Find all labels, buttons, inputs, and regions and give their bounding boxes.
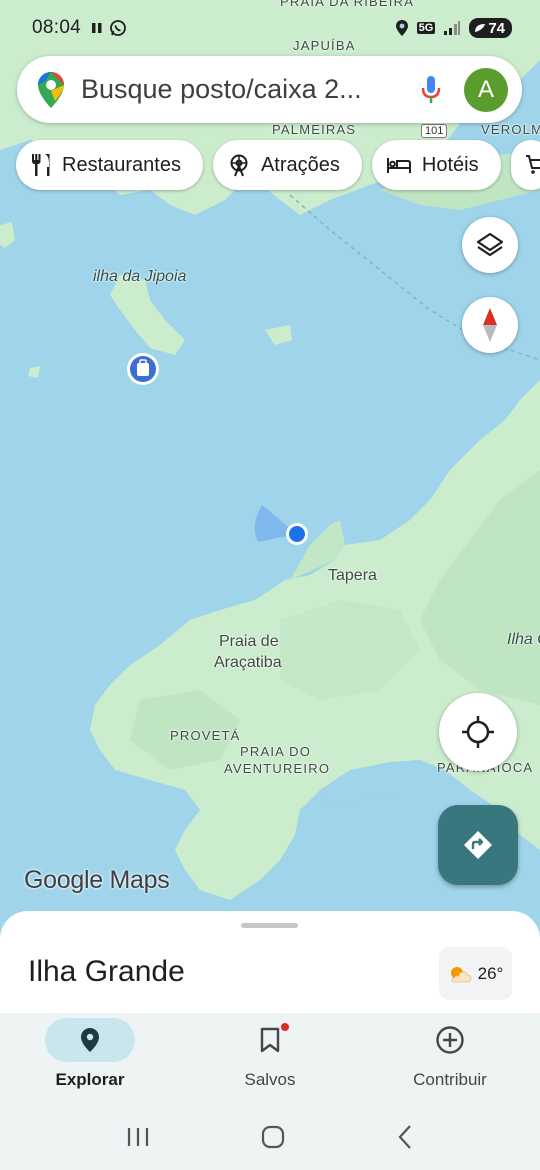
recent-apps-icon[interactable]	[125, 1126, 151, 1148]
chip-label: Restaurantes	[62, 153, 181, 176]
nav-explorar[interactable]: Explorar	[0, 1013, 180, 1103]
route-shield-101: 101	[421, 124, 448, 138]
map-label-proveta[interactable]: PROVETÁ	[170, 728, 241, 743]
crosshair-icon	[462, 716, 494, 748]
chip-compras-partial[interactable]	[510, 140, 540, 190]
my-location-button[interactable]	[439, 693, 517, 771]
partly-cloudy-icon	[450, 966, 471, 982]
battery-indicator: 74	[469, 18, 512, 38]
bookmark-icon	[260, 1027, 280, 1053]
bed-icon	[386, 158, 411, 173]
map-label-verolme[interactable]: VEROLM	[481, 122, 540, 137]
google-maps-attribution: Google Maps	[24, 866, 170, 894]
network-type: 5G	[416, 22, 436, 34]
nav-label: Salvos	[244, 1070, 296, 1089]
map-label-tapera[interactable]: Tapera	[328, 567, 377, 585]
nav-contribuir[interactable]: Contribuir	[360, 1013, 540, 1103]
search-input[interactable]: Busque posto/caixa 2...	[81, 74, 416, 105]
sheet-drag-handle[interactable]	[241, 923, 298, 928]
pause-icon	[92, 23, 102, 33]
map-label-aracatiba-2[interactable]: Araçatiba	[214, 654, 282, 672]
place-bottom-sheet[interactable]: Ilha Grande 26°	[0, 911, 540, 1021]
nav-pill	[405, 1018, 495, 1062]
nav-pill	[45, 1018, 135, 1062]
chip-restaurantes[interactable]: Restaurantes	[16, 140, 203, 190]
weather-chip[interactable]: 26°	[439, 947, 512, 1000]
battery-charging-icon	[475, 24, 486, 32]
status-bar: 08:04 5G 74	[0, 0, 540, 56]
status-time: 08:04	[32, 17, 82, 38]
add-circle-icon	[436, 1026, 464, 1054]
nav-pill	[225, 1018, 315, 1062]
nav-label: Explorar	[55, 1070, 125, 1089]
back-icon[interactable]	[395, 1124, 415, 1150]
shopping-cart-icon	[525, 155, 540, 174]
ferris-wheel-icon	[230, 154, 248, 177]
map-label-aventureiro-2[interactable]: AVENTUREIRO	[224, 761, 330, 776]
battery-level: 74	[488, 19, 505, 37]
place-title: Ilha Grande	[28, 955, 185, 988]
map-label-aventureiro-1[interactable]: PRAIA DO	[240, 744, 311, 759]
signal-icon	[444, 21, 461, 35]
voice-search-button[interactable]	[416, 75, 446, 105]
chip-label: Atrações	[260, 153, 340, 176]
chip-label: Hotéis	[421, 153, 479, 176]
account-avatar[interactable]: A	[464, 67, 508, 112]
microphone-icon	[421, 75, 441, 103]
directions-icon	[464, 831, 492, 859]
google-maps-logo-icon	[38, 71, 64, 108]
map-label-jipoia[interactable]: ilha da Jipoia	[93, 268, 186, 286]
layers-button[interactable]	[462, 217, 518, 273]
map-label-ilha[interactable]: Ilha G	[507, 631, 540, 649]
chip-hoteis[interactable]: Hotéis	[371, 140, 501, 190]
notification-dot	[281, 1023, 289, 1031]
temperature: 26°	[477, 963, 504, 983]
compass-button[interactable]	[462, 297, 518, 353]
map-label-aracatiba-1[interactable]: Praia de	[219, 633, 279, 651]
nav-salvos[interactable]: Salvos	[180, 1013, 360, 1103]
bottom-navigation: Explorar Salvos Contribuir	[0, 1013, 540, 1103]
whatsapp-icon	[110, 20, 126, 36]
status-notification-icons	[91, 19, 127, 37]
search-bar[interactable]: Busque posto/caixa 2... A	[17, 56, 522, 123]
fork-knife-icon	[32, 154, 50, 176]
directions-button[interactable]	[438, 805, 518, 885]
category-chips: Restaurantes Atrações Hotéis	[16, 140, 540, 190]
compass-icon	[483, 308, 497, 342]
system-navigation-bar	[0, 1103, 540, 1170]
explore-pin-icon	[81, 1028, 99, 1052]
chip-atracoes[interactable]: Atrações	[212, 140, 362, 190]
nav-label: Contribuir	[413, 1070, 487, 1089]
layers-icon	[476, 232, 504, 257]
map-label-palmeiras[interactable]: PALMEIRAS	[272, 122, 356, 137]
location-status-icon	[395, 20, 408, 36]
home-icon[interactable]	[260, 1124, 286, 1150]
